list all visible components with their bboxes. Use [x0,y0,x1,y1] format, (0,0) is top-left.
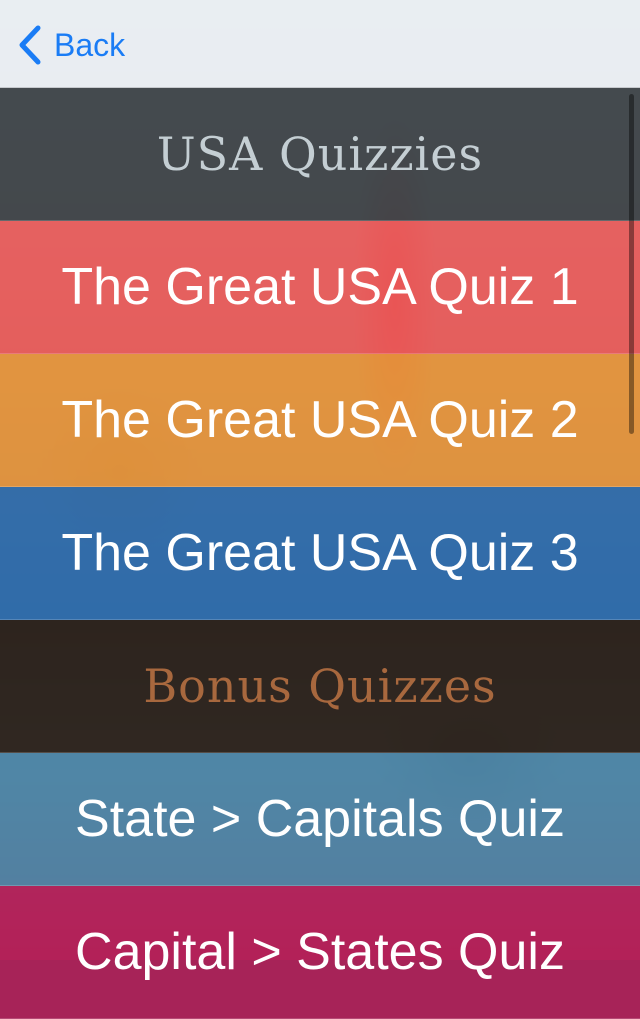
quiz-item-label: The Great USA Quiz 1 [61,258,579,316]
quiz-item-great-usa-quiz-2[interactable]: The Great USA Quiz 2 [0,354,640,487]
quiz-item-state-capitals-quiz[interactable]: State > Capitals Quiz [0,753,640,886]
quiz-item-great-usa-quiz-1[interactable]: The Great USA Quiz 1 [0,221,640,354]
quiz-item-capital-states-quiz[interactable]: Capital > States Quiz [0,886,640,1019]
back-label: Back [54,27,126,63]
quiz-item-label: Capital > States Quiz [75,923,565,981]
quiz-item-label: The Great USA Quiz 2 [61,391,579,449]
section-header-bonus-quizzes: Bonus Quizzes [0,620,640,753]
section-title: USA Quizzies [156,127,484,181]
quiz-item-label: State > Capitals Quiz [75,790,565,848]
back-button[interactable]: Back [14,22,125,68]
section-header-usa-quizzies: USA Quizzies [0,88,640,221]
navigation-bar: Back [0,0,640,88]
quiz-list: USA Quizzies The Great USA Quiz 1 The Gr… [0,88,640,1019]
quiz-item-label: The Great USA Quiz 3 [61,524,579,582]
chevron-left-icon [19,25,41,65]
scrollbar[interactable] [629,94,634,434]
section-title: Bonus Quizzes [143,659,497,713]
quiz-item-great-usa-quiz-3[interactable]: The Great USA Quiz 3 [0,487,640,620]
